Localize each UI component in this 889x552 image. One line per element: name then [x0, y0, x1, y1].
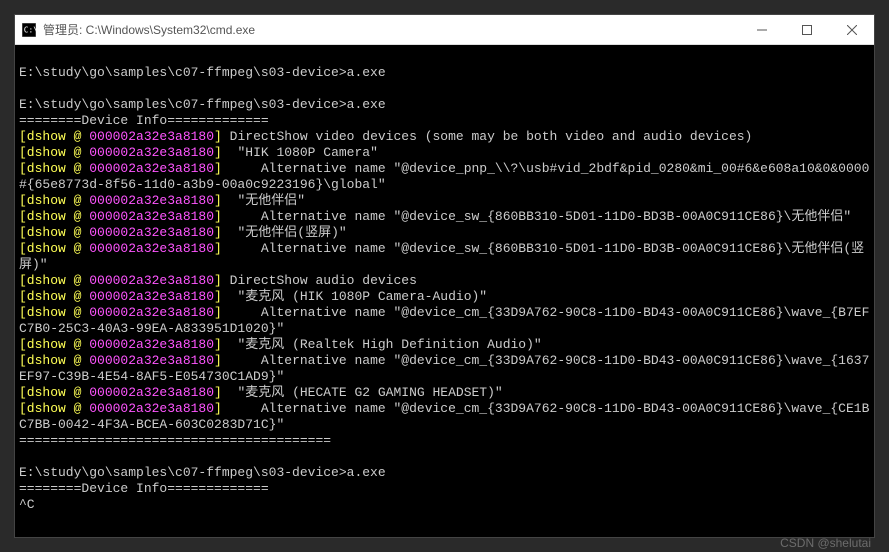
terminal-line: [dshow @ 000002a32e3a8180] DirectShow vi… [19, 129, 870, 145]
close-icon [847, 25, 857, 35]
terminal-line: ========Device Info============= [19, 481, 870, 497]
terminal-line: [dshow @ 000002a32e3a8180] Alternative n… [19, 209, 870, 225]
terminal-line: [dshow @ 000002a32e3a8180] "无他伴侣(竖屏)" [19, 225, 870, 241]
terminal-line: [dshow @ 000002a32e3a8180] Alternative n… [19, 401, 870, 433]
svg-text:C:\: C:\ [24, 25, 36, 34]
cmd-icon: C:\ [21, 22, 37, 38]
minimize-icon [757, 25, 767, 35]
terminal-line [19, 49, 870, 65]
terminal-line: [dshow @ 000002a32e3a8180] Alternative n… [19, 161, 870, 193]
terminal-line: E:\study\go\samples\c07-ffmpeg\s03-devic… [19, 97, 870, 113]
minimize-button[interactable] [739, 15, 784, 44]
terminal-line: [dshow @ 000002a32e3a8180] Alternative n… [19, 353, 870, 385]
terminal-line: [dshow @ 000002a32e3a8180] "麦克风 (HECATE … [19, 385, 870, 401]
terminal-line: [dshow @ 000002a32e3a8180] "无他伴侣" [19, 193, 870, 209]
terminal-line: [dshow @ 000002a32e3a8180] "麦克风 (HIK 108… [19, 289, 870, 305]
close-button[interactable] [829, 15, 874, 44]
window-title: 管理员: C:\Windows\System32\cmd.exe [43, 21, 739, 38]
terminal-line: [dshow @ 000002a32e3a8180] Alternative n… [19, 305, 870, 337]
terminal-output[interactable]: E:\study\go\samples\c07-ffmpeg\s03-devic… [15, 45, 874, 537]
maximize-icon [802, 25, 812, 35]
terminal-line [19, 449, 870, 465]
terminal-line: [dshow @ 000002a32e3a8180] "麦克风 (Realtek… [19, 337, 870, 353]
watermark: CSDN @shelutai [780, 536, 871, 550]
terminal-line: [dshow @ 000002a32e3a8180] DirectShow au… [19, 273, 870, 289]
command-prompt-window: C:\ 管理员: C:\Windows\System32\cmd.exe E:\… [14, 14, 875, 538]
terminal-line: E:\study\go\samples\c07-ffmpeg\s03-devic… [19, 65, 870, 81]
terminal-line: [dshow @ 000002a32e3a8180] "HIK 1080P Ca… [19, 145, 870, 161]
window-controls [739, 15, 874, 44]
terminal-line: E:\study\go\samples\c07-ffmpeg\s03-devic… [19, 465, 870, 481]
terminal-line: [dshow @ 000002a32e3a8180] Alternative n… [19, 241, 870, 273]
terminal-line: ========Device Info============= [19, 113, 870, 129]
titlebar[interactable]: C:\ 管理员: C:\Windows\System32\cmd.exe [15, 15, 874, 45]
terminal-line: ^C [19, 497, 870, 513]
terminal-line: ======================================== [19, 433, 870, 449]
maximize-button[interactable] [784, 15, 829, 44]
terminal-line [19, 81, 870, 97]
